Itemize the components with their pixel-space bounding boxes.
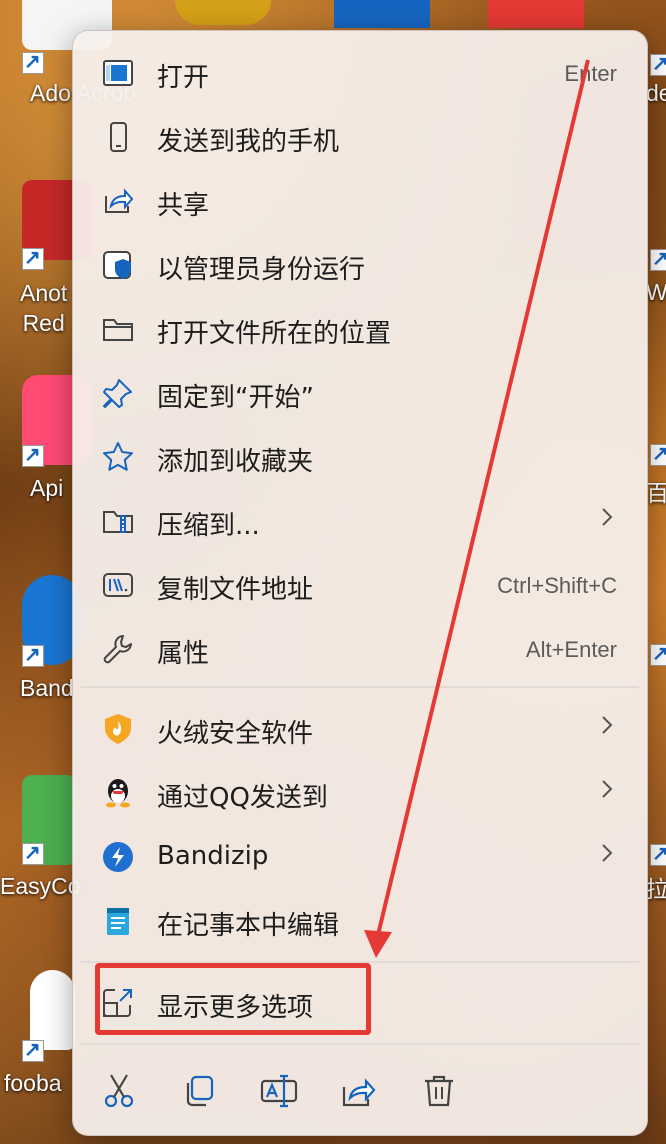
bandizip-icon bbox=[103, 842, 133, 872]
rename-icon[interactable] bbox=[259, 1071, 299, 1111]
menu-item-label: 打开 bbox=[157, 63, 210, 93]
menu-separator bbox=[81, 686, 639, 688]
folder-icon bbox=[103, 319, 133, 341]
copy-path-icon bbox=[103, 573, 133, 597]
menu-item-add-to-favorites[interactable]: 添加到收藏夹 bbox=[81, 427, 639, 487]
menu-item-send-via-qq[interactable]: 通过QQ发送到 bbox=[81, 763, 639, 823]
menu-item-label: 复制文件地址 bbox=[157, 575, 314, 605]
menu-item-label: 添加到收藏夹 bbox=[157, 447, 314, 477]
huorong-icon bbox=[105, 714, 131, 744]
menu-item-bandizip[interactable]: Bandizip bbox=[81, 827, 639, 887]
menu-item-edit-in-notepad[interactable]: 在记事本中编辑 bbox=[81, 891, 639, 951]
desktop-icon-word-partial[interactable] bbox=[334, 0, 430, 28]
desktop-icon-label: 拉 bbox=[646, 876, 666, 902]
shortcut-arrow-icon bbox=[650, 51, 666, 76]
desktop-icon-label: Anot Red bbox=[20, 280, 68, 336]
desktop-icon-right-2[interactable]: Wir bbox=[646, 245, 666, 325]
menu-item-run-as-admin[interactable]: 以管理员身份运行 bbox=[81, 235, 639, 295]
menu-item-label: 发送到我的手机 bbox=[157, 127, 340, 157]
trash-icon[interactable] bbox=[419, 1071, 459, 1111]
admin-shield-icon bbox=[103, 251, 131, 279]
menu-item-label: 固定到“开始” bbox=[157, 383, 314, 413]
menu-item-label: Bandizip bbox=[157, 841, 269, 871]
share-icon[interactable] bbox=[339, 1071, 379, 1111]
scissors-icon[interactable] bbox=[99, 1071, 139, 1111]
desktop-icon-label: EasyCo bbox=[0, 873, 81, 899]
menu-item-label: 属性 bbox=[157, 639, 210, 669]
menu-item-compress-to[interactable]: 压缩到... bbox=[81, 491, 639, 551]
shortcut-arrow-icon bbox=[650, 641, 666, 666]
desktop-icon-right-1[interactable]: de bbox=[646, 50, 666, 130]
open-window-icon bbox=[103, 60, 133, 86]
menu-item-properties[interactable]: 属性 Alt+Enter bbox=[81, 619, 639, 679]
shortcut-arrow-icon bbox=[22, 840, 44, 865]
star-icon bbox=[103, 442, 133, 471]
desktop-icon-right-3[interactable]: 百 bbox=[646, 440, 666, 520]
menu-item-label: 火绒安全软件 bbox=[157, 719, 314, 749]
context-menu: 打开 Enter 发送到我的手机 共享 以管理员身份运行 打开文件所在的位置 固… bbox=[72, 30, 648, 1136]
share-icon bbox=[105, 188, 134, 213]
shortcut-arrow-icon bbox=[22, 642, 44, 667]
menu-item-send-to-phone[interactable]: 发送到我的手机 bbox=[81, 107, 639, 167]
menu-item-share[interactable]: 共享 bbox=[81, 171, 639, 231]
menu-item-shortcut: Ctrl+Shift+C bbox=[497, 573, 617, 598]
menu-item-shortcut: Alt+Enter bbox=[525, 637, 617, 662]
menu-item-huorong[interactable]: 火绒安全软件 bbox=[81, 699, 639, 759]
wrench-icon bbox=[103, 635, 132, 664]
shortcut-arrow-icon bbox=[650, 841, 666, 866]
menu-item-open[interactable]: 打开 Enter bbox=[81, 43, 639, 103]
annotation-highlight-box bbox=[95, 963, 371, 1035]
menu-item-shortcut: Enter bbox=[564, 61, 617, 86]
shortcut-arrow-icon bbox=[22, 442, 44, 467]
shortcut-arrow-icon bbox=[650, 441, 666, 466]
copy-icon[interactable] bbox=[179, 1071, 219, 1111]
shortcut-arrow-icon bbox=[650, 246, 666, 271]
desktop-icon-label: Wir bbox=[646, 279, 666, 305]
desktop-icon-label: fooba bbox=[4, 1070, 62, 1096]
notepad-icon bbox=[107, 908, 129, 935]
menu-item-pin-to-start[interactable]: 固定到“开始” bbox=[81, 363, 639, 423]
desktop-icon-label: Api bbox=[30, 475, 64, 501]
desktop-icon-netease-partial[interactable] bbox=[488, 0, 584, 28]
zip-folder-icon bbox=[103, 511, 133, 533]
menu-item-label: 打开文件所在的位置 bbox=[157, 319, 392, 349]
chevron-right-icon bbox=[602, 780, 613, 798]
menu-item-label: 在记事本中编辑 bbox=[157, 911, 340, 941]
menu-separator bbox=[81, 1043, 639, 1045]
chevron-right-icon bbox=[602, 844, 613, 862]
menu-item-label: 通过QQ发送到 bbox=[157, 783, 328, 813]
qq-penguin-icon bbox=[106, 779, 130, 808]
menu-item-label: 以管理员身份运行 bbox=[157, 255, 366, 285]
quick-action-bar bbox=[73, 1061, 647, 1121]
menu-item-copy-file-path[interactable]: 复制文件地址 Ctrl+Shift+C bbox=[81, 555, 639, 615]
shortcut-arrow-icon bbox=[22, 49, 44, 74]
desktop-icon-music-partial[interactable] bbox=[175, 0, 271, 25]
menu-item-label: 共享 bbox=[157, 191, 210, 221]
chevron-right-icon bbox=[602, 716, 613, 734]
menu-item-label: 压缩到... bbox=[157, 511, 260, 541]
desktop-icon-label: de bbox=[646, 80, 666, 106]
desktop-icon-right-4[interactable] bbox=[646, 640, 666, 670]
desktop-icon-label: 百 bbox=[646, 480, 666, 506]
phone-icon bbox=[110, 122, 127, 152]
desktop-icon-label: Band bbox=[20, 675, 74, 701]
menu-item-open-file-location[interactable]: 打开文件所在的位置 bbox=[81, 299, 639, 359]
desktop-icon-right-5[interactable]: 拉 bbox=[646, 840, 666, 920]
shortcut-arrow-icon bbox=[22, 245, 44, 270]
chevron-right-icon bbox=[602, 508, 613, 526]
shortcut-arrow-icon bbox=[22, 1037, 44, 1062]
pin-icon bbox=[103, 379, 132, 408]
